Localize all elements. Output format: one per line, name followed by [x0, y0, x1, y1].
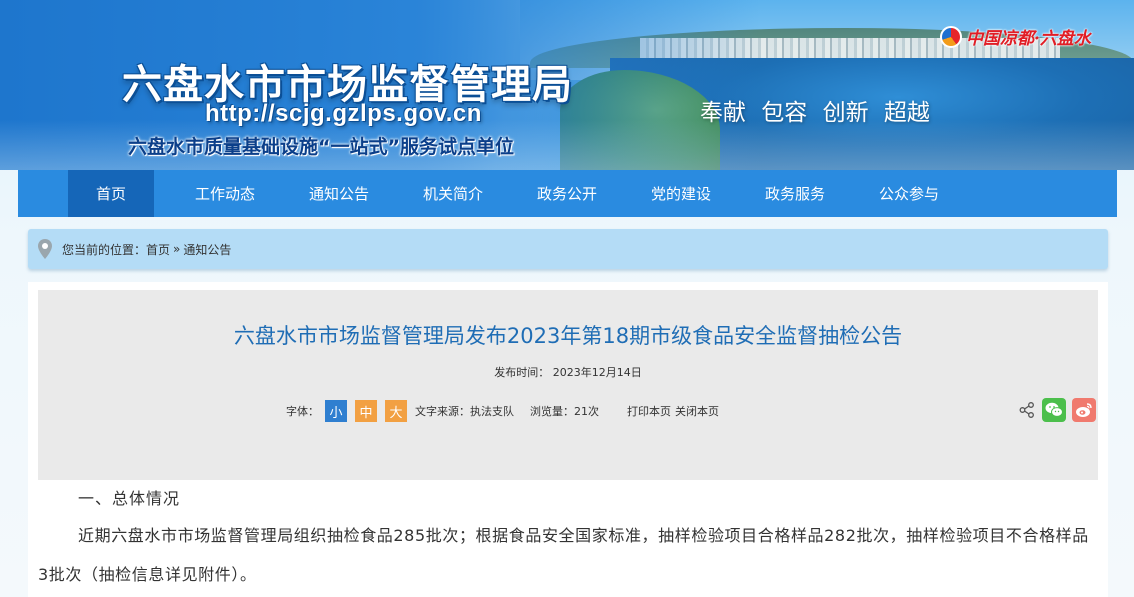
- views-value: 21次: [574, 405, 599, 418]
- article-paragraph: 近期六盘水市市场监督管理局组织抽检食品285批次；根据食品安全国家标准，抽样检验…: [38, 526, 1089, 584]
- article-meta: 字体： 小 中 大 文字来源： 执法支队 浏览量： 21次 打印本页 关闭本页: [286, 400, 719, 422]
- site-subtitle: 六盘水市质量基础设施“一站式”服务试点单位: [128, 136, 514, 158]
- nav-item-public-participation[interactable]: 公众参与: [852, 170, 966, 217]
- article-container: 六盘水市市场监督管理局发布2023年第18期市级食品安全监督抽检公告 发布时间：…: [28, 282, 1108, 597]
- slogan: 奉献 包容 创新 超越: [700, 100, 930, 126]
- brand-logo: 中国凉都·六盘水: [940, 24, 1091, 49]
- breadcrumb-home[interactable]: 首页: [146, 241, 170, 258]
- breadcrumb-current[interactable]: 通知公告: [183, 241, 231, 258]
- nav-item-party-building[interactable]: 党的建设: [624, 170, 738, 217]
- breadcrumb: 您当前的位置： 首页 » 通知公告: [28, 229, 1108, 269]
- source-value: 执法支队: [470, 405, 514, 418]
- article-title: 六盘水市市场监督管理局发布2023年第18期市级食品安全监督抽检公告: [233, 324, 903, 348]
- share-bar: [1018, 398, 1096, 422]
- site-url: http://scjg.gzlps.gov.cn: [205, 100, 482, 127]
- nav-item-home[interactable]: 首页: [68, 170, 154, 217]
- nav-item-notices[interactable]: 通知公告: [282, 170, 396, 217]
- font-small-button[interactable]: 小: [325, 400, 347, 422]
- nav-item-gov-affairs[interactable]: 政务公开: [510, 170, 624, 217]
- font-large-button[interactable]: 大: [385, 400, 407, 422]
- font-medium-button[interactable]: 中: [355, 400, 377, 422]
- views-label: 浏览量：: [530, 405, 574, 418]
- print-link[interactable]: 打印本页: [627, 403, 671, 419]
- source-label: 文字来源：: [415, 405, 470, 418]
- publish-date: 发布时间： 2023年12月14日: [38, 364, 1098, 380]
- location-pin-icon: [38, 239, 52, 259]
- brand-text: 中国凉都·六盘水: [966, 29, 1091, 49]
- breadcrumb-separator: »: [173, 242, 181, 256]
- article-header: 六盘水市市场监督管理局发布2023年第18期市级食品安全监督抽检公告 发布时间：…: [38, 290, 1098, 480]
- header-banner: 六盘水市市场监督管理局 http://scjg.gzlps.gov.cn 六盘水…: [0, 0, 1134, 170]
- close-link[interactable]: 关闭本页: [675, 403, 719, 419]
- nav-item-about[interactable]: 机关简介: [396, 170, 510, 217]
- brand-swirl-icon: [940, 25, 962, 48]
- share-icon[interactable]: [1018, 401, 1036, 419]
- nav-item-work-news[interactable]: 工作动态: [168, 170, 282, 217]
- section-heading: 一、总体情况: [78, 489, 181, 508]
- breadcrumb-prefix: 您当前的位置：: [62, 242, 147, 257]
- article-body: 一、总体情况 近期六盘水市市场监督管理局组织抽检食品285批次；根据食品安全国家…: [38, 482, 1098, 594]
- publish-label: 发布时间：: [494, 366, 550, 379]
- nav-item-gov-services[interactable]: 政务服务: [738, 170, 852, 217]
- main-nav: 首页 工作动态 通知公告 机关简介 政务公开 党的建设 政务服务 公众参与: [18, 170, 1117, 217]
- font-size-label: 字体：: [286, 405, 319, 418]
- publish-date-value: 2023年12月14日: [552, 366, 642, 379]
- wechat-icon[interactable]: [1042, 398, 1066, 422]
- weibo-icon[interactable]: [1072, 398, 1096, 422]
